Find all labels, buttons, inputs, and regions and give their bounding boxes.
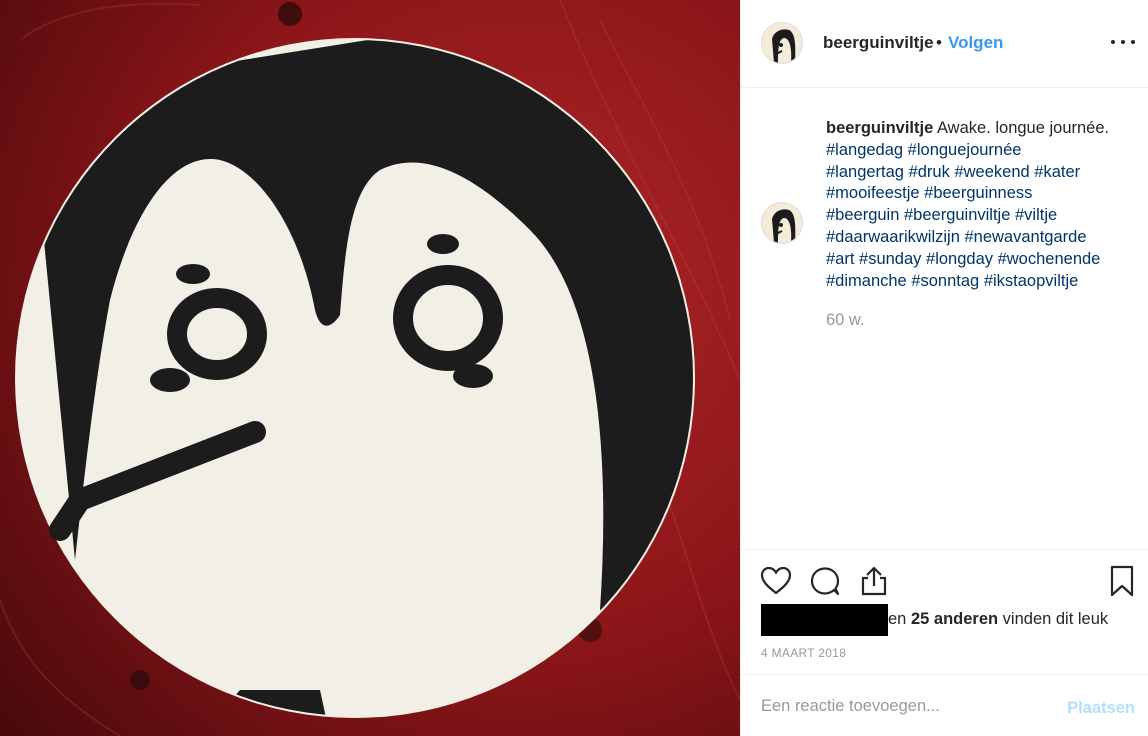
hashtag[interactable]: #langertag: [826, 163, 904, 181]
hashtag[interactable]: #beerguinness: [924, 184, 1032, 202]
hashtag[interactable]: #viltje: [1015, 206, 1057, 224]
likes-prefix: en: [888, 610, 907, 628]
post-header: beerguinviltje • Volgen: [741, 0, 1148, 88]
hashtag[interactable]: #langedag: [826, 141, 903, 159]
action-bar: [741, 549, 1148, 609]
penguin-avatar-icon: [762, 203, 802, 243]
hashtag[interactable]: #beerguin: [826, 206, 899, 224]
hashtag[interactable]: #weekend: [954, 163, 1029, 181]
hashtag[interactable]: #dimanche: [826, 272, 907, 290]
hashtag[interactable]: #longday: [926, 250, 993, 268]
penguin-coaster-image: [0, 0, 740, 736]
hashtag[interactable]: #kater: [1034, 163, 1080, 181]
hashtag[interactable]: #sunday: [859, 250, 921, 268]
ellipsis-icon[interactable]: [1111, 30, 1135, 54]
redacted-username: [761, 604, 888, 636]
profile-avatar[interactable]: [761, 22, 803, 64]
likes-suffix: vinden dit leuk: [1002, 610, 1109, 628]
likes-count[interactable]: 25 anderen: [911, 610, 998, 628]
hashtag[interactable]: #art: [826, 250, 854, 268]
heart-icon[interactable]: [759, 564, 793, 598]
hashtag[interactable]: #mooifeestje: [826, 184, 920, 202]
bookmark-icon[interactable]: [1105, 564, 1139, 598]
hashtag[interactable]: #daarwaarikwilzijn: [826, 228, 960, 246]
likes-summary: en 25 anderen vinden dit leuk: [761, 604, 1141, 636]
hashtag[interactable]: #sonntag: [911, 272, 979, 290]
caption-avatar[interactable]: [761, 202, 803, 244]
post-comment-button[interactable]: Plaatsen: [1067, 699, 1135, 718]
follow-button[interactable]: Volgen: [948, 33, 1003, 53]
post-details-panel: beerguinviltje • Volgen beerguinviltje A…: [740, 0, 1148, 736]
comment-input[interactable]: [761, 697, 1051, 716]
header-separator: •: [936, 33, 942, 52]
hashtag[interactable]: #wochenende: [998, 250, 1101, 268]
penguin-avatar-icon: [762, 23, 802, 63]
caption-text: Awake. longue journée.: [936, 119, 1110, 137]
share-icon[interactable]: [857, 564, 891, 598]
post-caption: beerguinviltje Awake. longue journée. #l…: [826, 118, 1136, 292]
header-username[interactable]: beerguinviltje: [823, 33, 934, 53]
comment-bar: Plaatsen: [741, 674, 1148, 736]
hashtag[interactable]: #ikstaopviltje: [984, 272, 1078, 290]
comment-icon[interactable]: [808, 564, 842, 598]
hashtag[interactable]: #newavantgarde: [964, 228, 1086, 246]
caption-username[interactable]: beerguinviltje: [826, 119, 933, 137]
hashtag[interactable]: #longuejournée: [908, 141, 1022, 159]
post-image[interactable]: [0, 0, 740, 736]
hashtag[interactable]: #druk: [909, 163, 950, 181]
post-date[interactable]: 4 MAART 2018: [761, 646, 846, 660]
likes-text[interactable]: en 25 anderen vinden dit leuk: [888, 610, 1108, 629]
caption-age[interactable]: 60 w.: [826, 311, 865, 330]
hashtag[interactable]: #beerguinviltje: [904, 206, 1010, 224]
